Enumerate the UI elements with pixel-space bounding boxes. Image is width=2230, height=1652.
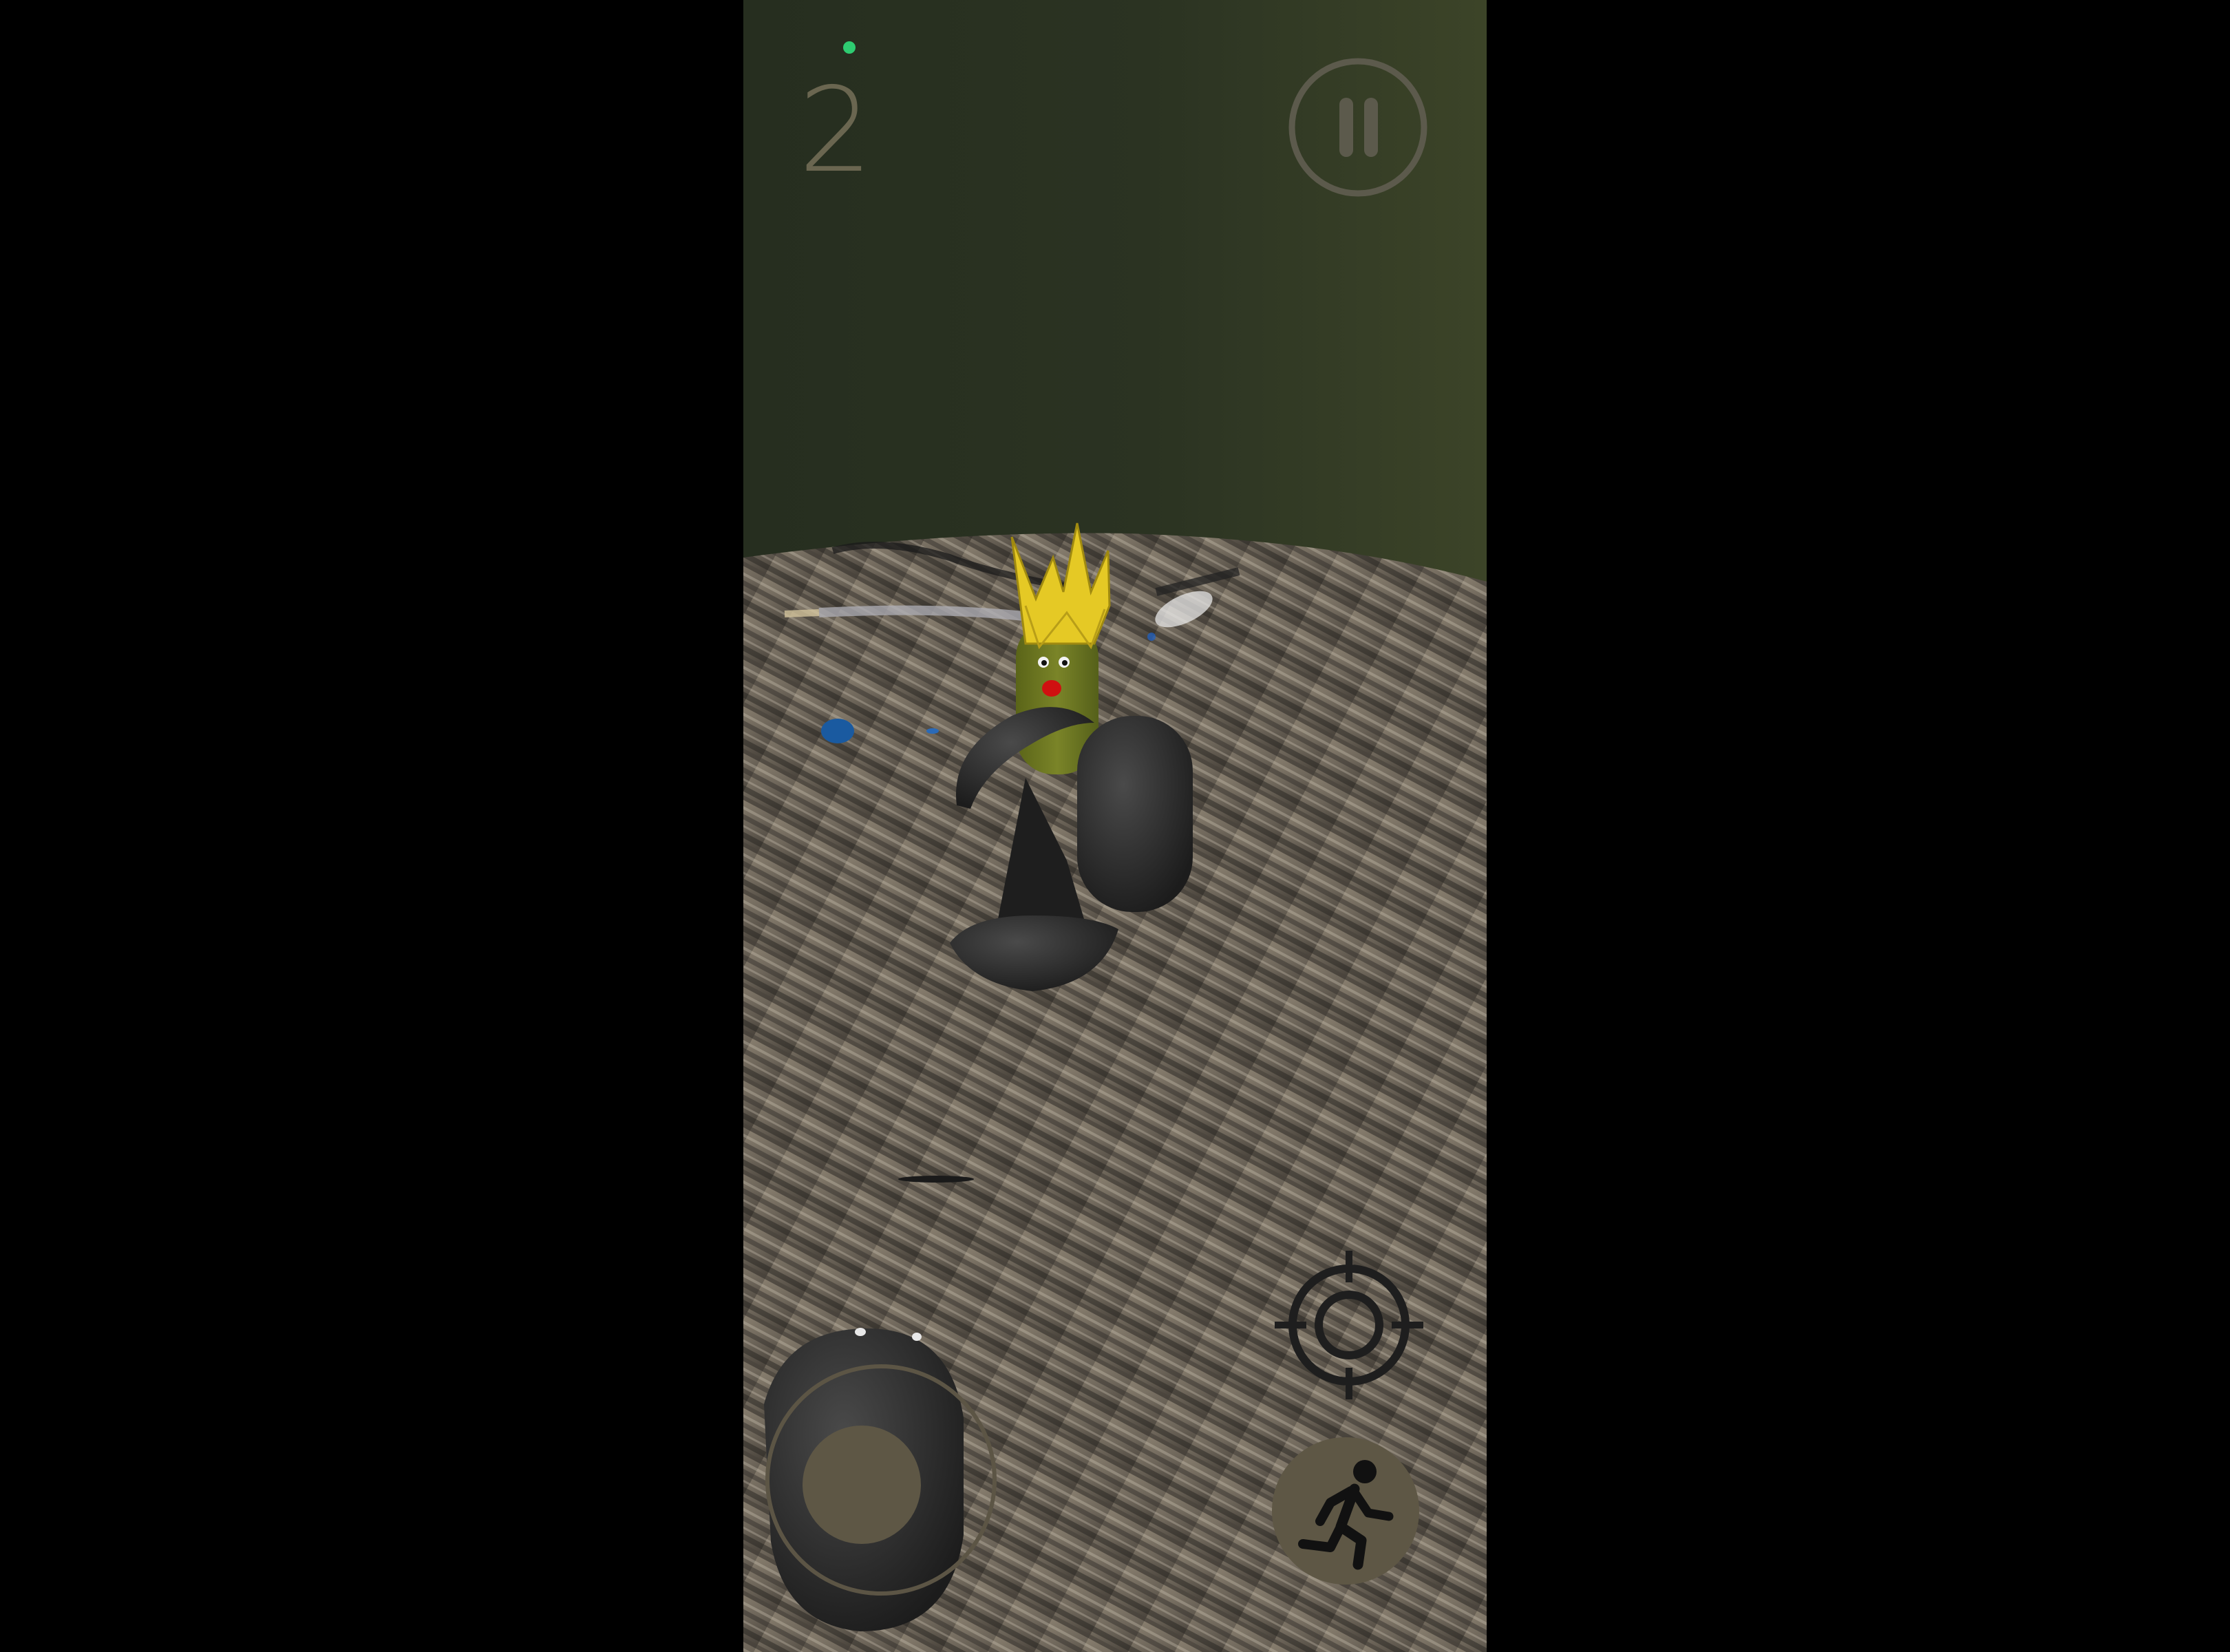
- run-button[interactable]: [1272, 1437, 1419, 1585]
- blue-paint-speck: [926, 728, 939, 734]
- crosshair-icon: [1275, 1251, 1423, 1399]
- virtual-joystick[interactable]: [764, 1363, 998, 1597]
- blue-paint-blob: [821, 719, 854, 743]
- pause-icon: [1288, 58, 1427, 197]
- joystick-thumb: [803, 1426, 921, 1544]
- game-screen: 2: [743, 0, 1487, 1652]
- score-counter: 2: [798, 63, 873, 199]
- status-indicator-dot: [843, 41, 856, 54]
- pause-button[interactable]: [1287, 56, 1429, 198]
- running-person-icon: [1298, 1460, 1394, 1570]
- aim-button[interactable]: [1273, 1249, 1425, 1401]
- joystick-icon: [765, 1364, 997, 1596]
